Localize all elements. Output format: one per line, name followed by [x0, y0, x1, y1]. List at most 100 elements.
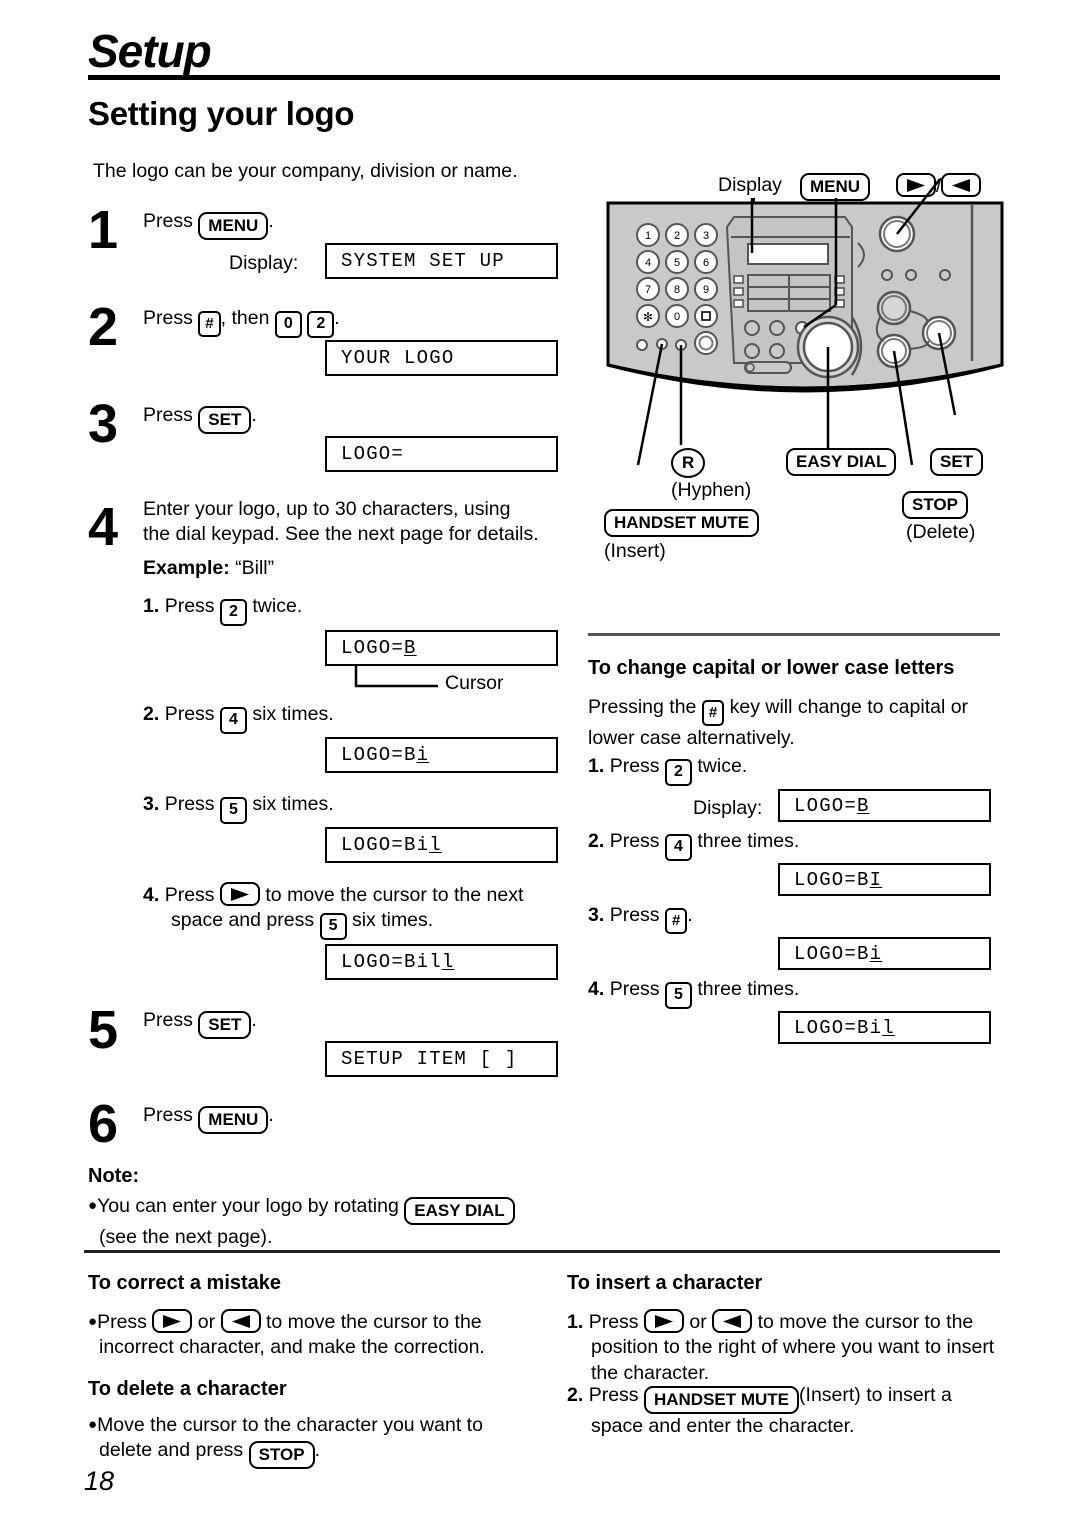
delete-line1: Move the cursor to the character you wan… [97, 1414, 483, 1436]
capital-step-3: 3. Press #. [588, 903, 693, 934]
svg-text:5: 5 [674, 257, 680, 269]
svg-text:7: 7 [645, 284, 651, 296]
r-key-chip[interactable]: R [671, 448, 706, 478]
hash-key-chip[interactable]: # [198, 311, 221, 337]
svg-text:✻: ✻ [643, 310, 653, 324]
step-2-period: . [334, 307, 340, 329]
insert-step-1-number: 1. [567, 1311, 584, 1333]
menu-key-chip[interactable]: MENU [198, 1106, 269, 1134]
correct-line1-after: to move the cursor to the [265, 1311, 482, 1333]
substep-4-number: 4. [143, 884, 160, 906]
easy-dial-callout: EASY DIAL [786, 448, 897, 476]
left-arrow-icon[interactable] [712, 1309, 753, 1333]
insert-step-2: 2. Press HANDSET MUTE (Insert) to insert … [567, 1383, 1017, 1439]
capital-section-paragraph: Pressing the # key will change to capita… [588, 695, 1008, 751]
capital-step-2-display: LOGO=BI [778, 863, 991, 896]
capital-step-4-after: three times. [697, 978, 800, 1000]
stop-callout: STOP [902, 491, 968, 519]
svg-text:8: 8 [674, 284, 680, 296]
easy-dial-key-chip[interactable]: EASY DIAL [404, 1197, 515, 1225]
right-arrow-icon[interactable] [152, 1309, 193, 1333]
digit-key-5[interactable]: 5 [664, 982, 692, 1009]
step-4-text: Enter your logo, up to 30 characters, us… [143, 497, 563, 547]
capital-step-2-before: Press [609, 830, 660, 852]
step-6-text: Press MENU. [143, 1103, 274, 1134]
capital-step-2-after: three times. [697, 830, 800, 852]
digit-key-4[interactable]: 4 [219, 707, 247, 734]
step-2-number: 2 [88, 297, 119, 357]
right-arrow-icon[interactable] [219, 882, 260, 906]
left-arrow-icon[interactable] [220, 1309, 261, 1333]
bottom-sections-divider [84, 1250, 1000, 1253]
step-3-period: . [251, 404, 257, 426]
capital-step-4-number: 4. [588, 978, 605, 1000]
substep-4-after-line1: to move the cursor to the next [265, 884, 524, 906]
svg-text:9: 9 [703, 284, 709, 296]
step-4-number: 4 [88, 497, 119, 557]
digit-key-2[interactable]: 2 [307, 311, 335, 338]
capital-step-4-before: Press [609, 978, 660, 1000]
substep-4-after-line2a: space and press [171, 909, 315, 932]
capital-step-4: 4. Press 5 three times. [588, 977, 799, 1009]
insert-step-1-line3: the character. [591, 1361, 710, 1384]
step-6-period: . [268, 1104, 274, 1126]
digit-key-2[interactable]: 2 [664, 759, 692, 786]
note-line1-before: You can enter your logo by rotating [97, 1195, 399, 1217]
handset-mute-key-chip[interactable]: HANDSET MUTE [643, 1386, 800, 1414]
delete-line2-before: delete and press [99, 1439, 244, 1462]
menu-key-chip[interactable]: MENU [198, 212, 269, 240]
correct-line1-mid: or [197, 1311, 216, 1333]
capital-step-1: 1. Press 2 twice. [588, 754, 747, 786]
section-title: Setting your logo [88, 95, 355, 132]
stop-key-chip[interactable]: STOP [902, 491, 968, 519]
digit-key-0[interactable]: 0 [274, 311, 302, 338]
step-5-display: SETUP ITEM [ ] [325, 1041, 558, 1077]
example-value: “Bill” [235, 557, 275, 579]
correct-section-heading: To correct a mistake [88, 1272, 282, 1294]
insert-step-2-after: (Insert) to insert a [799, 1384, 952, 1406]
step-5-text: Press SET. [143, 1008, 257, 1039]
set-key-chip[interactable]: SET [198, 1011, 252, 1039]
insert-step-2-number: 2. [567, 1384, 584, 1406]
hash-key-chip[interactable]: # [701, 700, 725, 726]
delete-section-body: ●Move the cursor to the character you wa… [88, 1413, 558, 1470]
capital-step-3-display: LOGO=Bi [778, 937, 991, 970]
set-key-chip[interactable]: SET [198, 406, 252, 434]
set-key-chip[interactable]: SET [930, 448, 984, 476]
capital-section-divider [588, 633, 1000, 636]
intro-text: The logo can be your company, division o… [93, 160, 518, 182]
step-1-number: 1 [88, 200, 119, 260]
hash-key-chip[interactable]: # [664, 908, 688, 934]
easy-dial-key-chip[interactable]: EASY DIAL [786, 448, 897, 476]
capital-para-line2: lower case alternatively. [588, 727, 795, 749]
handset-mute-sub-label: (Insert) [604, 540, 666, 562]
handset-mute-key-chip[interactable]: HANDSET MUTE [604, 509, 760, 537]
capital-step-2: 2. Press 4 three times. [588, 829, 799, 861]
capital-step-2-number: 2. [588, 830, 605, 852]
insert-step-1: 1. Press or to move the cursor to the po… [567, 1309, 1017, 1386]
delete-section-heading: To delete a character [88, 1378, 287, 1400]
page-number: 18 [84, 1466, 115, 1496]
delete-line2-after: . [314, 1439, 321, 1462]
r-key-callout: R [671, 448, 706, 478]
note-body: ●You can enter your logo by rotating EAS… [88, 1194, 558, 1250]
digit-key-2[interactable]: 2 [219, 599, 247, 626]
digit-key-4[interactable]: 4 [664, 834, 692, 861]
step-3-text-before: Press [143, 404, 193, 426]
insert-section-heading: To insert a character [567, 1272, 763, 1294]
step-1-display: SYSTEM SET UP [325, 243, 558, 279]
substep-2-before: Press [164, 703, 215, 725]
step-1-display-label: Display: [229, 252, 299, 274]
digit-key-5[interactable]: 5 [319, 913, 347, 941]
digit-key-5[interactable]: 5 [219, 797, 247, 824]
substep-3-number: 3. [143, 793, 160, 815]
step-1-text-before: Press [143, 210, 193, 232]
insert-step-1-after: to move the cursor to the [757, 1311, 974, 1333]
note-heading: Note: [88, 1165, 140, 1187]
bullet-icon: ● [88, 1313, 98, 1330]
svg-text:1: 1 [645, 230, 651, 242]
svg-text:3: 3 [703, 230, 709, 242]
right-arrow-icon[interactable] [643, 1309, 684, 1333]
insert-step-1-mid: or [689, 1311, 707, 1333]
stop-key-chip[interactable]: STOP [248, 1441, 315, 1470]
